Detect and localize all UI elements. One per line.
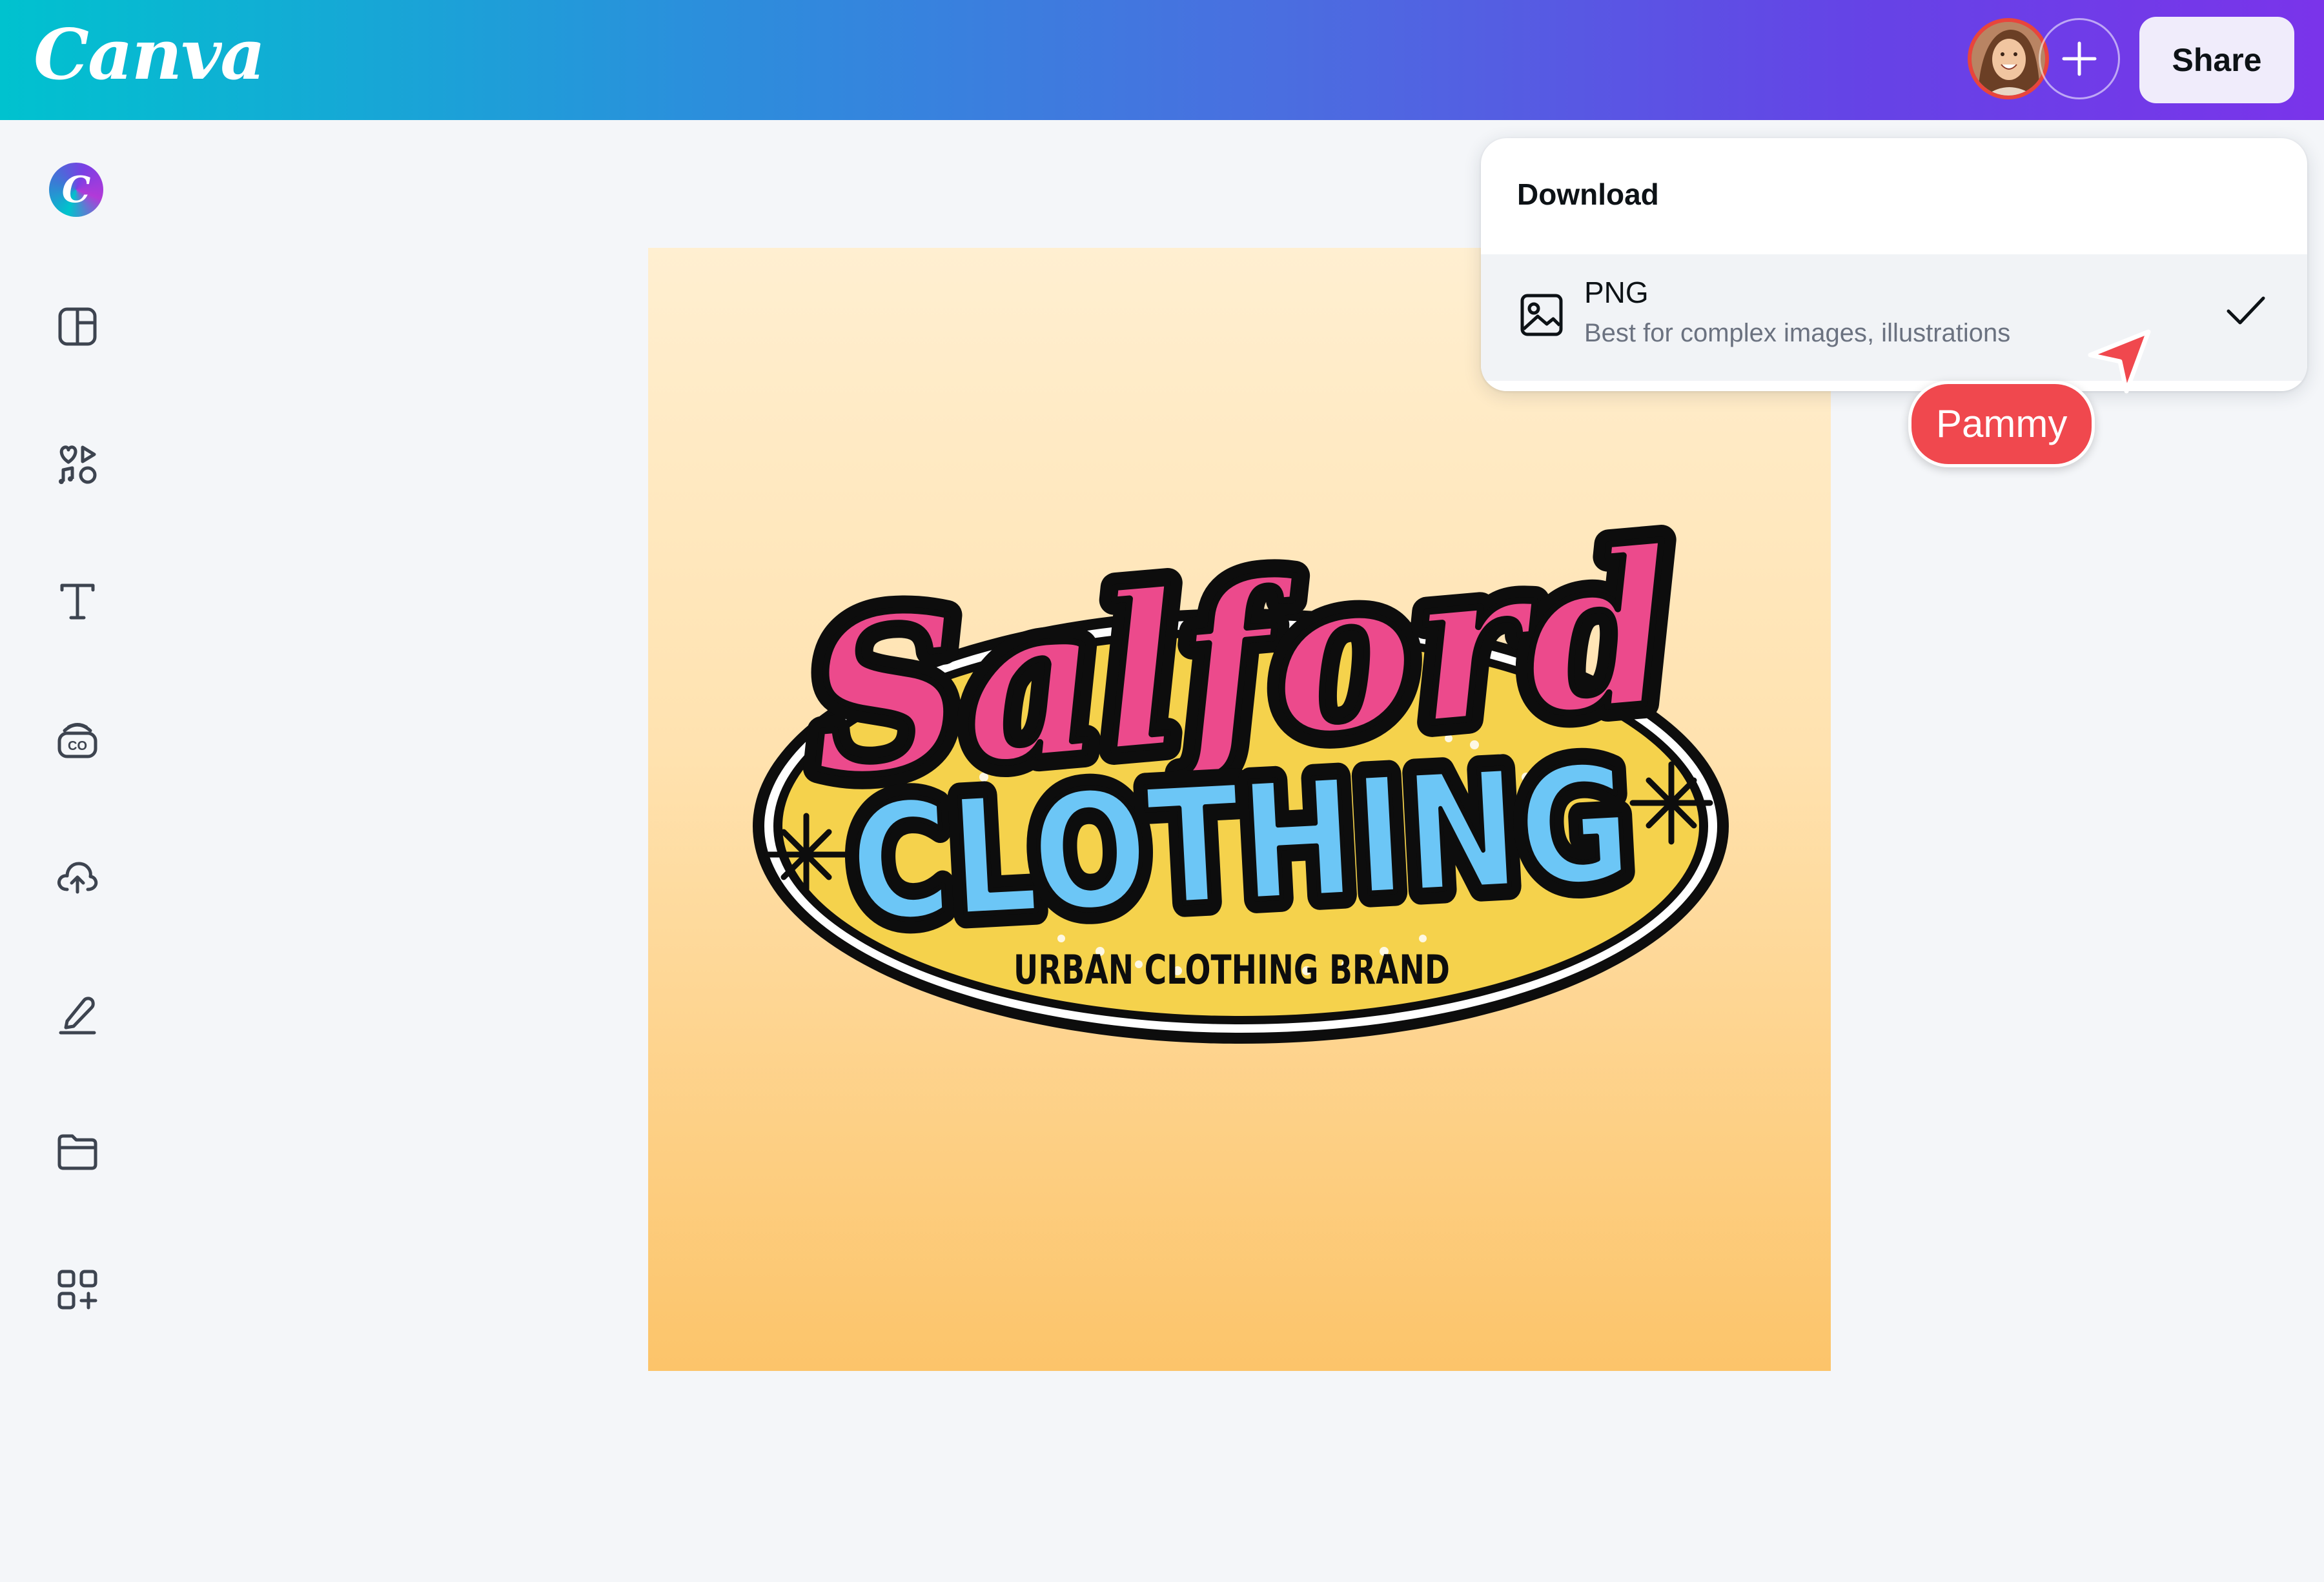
add-collaborator-button[interactable]: [2039, 18, 2120, 99]
sidebar-item-draw[interactable]: [39, 976, 116, 1053]
text-icon: [60, 583, 95, 620]
uploads-icon: [57, 862, 98, 894]
design-canvas[interactable]: Salford Salford CLOTHING CLOTHING URBAN …: [648, 248, 1831, 1371]
canva-logo[interactable]: Canva: [34, 14, 265, 96]
plus-icon: [2062, 41, 2097, 76]
brand-kit-icon: CO: [57, 723, 97, 758]
sidebar-item-text[interactable]: [39, 563, 116, 640]
check-icon: [2227, 296, 2265, 325]
svg-text:CO: CO: [68, 739, 87, 753]
user-avatar[interactable]: [1968, 18, 2049, 99]
sidebar-item-projects[interactable]: [39, 1113, 116, 1190]
top-bar: Canva Share: [0, 0, 2324, 120]
sidebar-item-brand[interactable]: CO: [39, 701, 116, 778]
sidebar-item-uploads[interactable]: [39, 838, 116, 915]
canva-magic-icon[interactable]: C: [49, 163, 103, 217]
design-templates-icon: [58, 307, 97, 346]
download-menu: Download PNG Best for complex images, il…: [1481, 138, 2307, 391]
sidebar-item-apps[interactable]: [39, 1251, 116, 1328]
file-type-name: PNG: [1584, 276, 1649, 309]
apps-icon: [57, 1270, 97, 1310]
logo-tagline: URBAN CLOTHING BRAND: [1014, 946, 1450, 993]
share-button[interactable]: Share: [2139, 17, 2294, 103]
file-type-option-png[interactable]: PNG Best for complex images, illustratio…: [1481, 254, 2307, 381]
elements-icon: [59, 445, 97, 484]
collaborator-cursor-icon: [2088, 329, 2151, 394]
file-type-description: Best for complex images, illustrations: [1584, 319, 2011, 347]
projects-folder-icon: [57, 1134, 97, 1170]
download-menu-title: Download: [1517, 177, 1659, 211]
sidebar-item-elements[interactable]: [39, 426, 116, 503]
sidebar-item-design[interactable]: [39, 288, 116, 365]
collaborator-name-tag: Pammy: [1908, 381, 2095, 467]
logo-graphic: Salford Salford CLOTHING CLOTHING URBAN …: [753, 486, 1729, 1044]
draw-icon: [59, 997, 96, 1035]
image-icon: [1520, 294, 1563, 336]
avatar-face-icon: [1972, 22, 2045, 96]
